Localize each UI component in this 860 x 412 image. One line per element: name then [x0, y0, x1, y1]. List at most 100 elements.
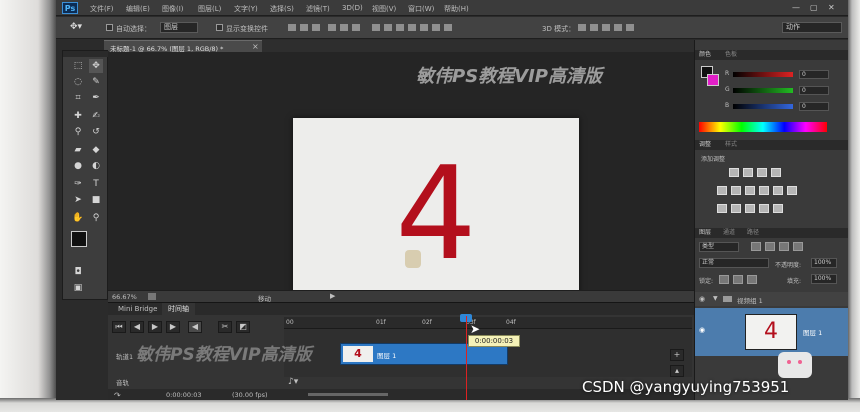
type-tool-icon[interactable]: T: [89, 177, 103, 191]
previous-frame-icon[interactable]: ◀: [130, 321, 144, 333]
lock-pixels-icon[interactable]: [719, 275, 729, 284]
blue-channel-value[interactable]: 0: [799, 102, 829, 111]
channel-mixer-icon[interactable]: [787, 186, 797, 195]
quick-select-icon[interactable]: ✎: [89, 75, 103, 89]
pen-tool-icon[interactable]: ✑: [71, 177, 85, 191]
visibility-eye-icon[interactable]: ◉: [699, 295, 705, 303]
align-top-icon[interactable]: [288, 24, 296, 31]
status-info-icon[interactable]: [148, 293, 156, 300]
menu-filter[interactable]: 滤镜(T): [306, 4, 330, 14]
align-bottom-icon[interactable]: [312, 24, 320, 31]
paint-bucket-icon[interactable]: ◆: [89, 143, 103, 157]
distribute-icon[interactable]: [432, 24, 440, 31]
distribute-icon[interactable]: [420, 24, 428, 31]
visibility-eye-icon[interactable]: ◉: [699, 326, 705, 334]
curves-icon[interactable]: [757, 168, 767, 177]
menu-edit[interactable]: 编辑(E): [126, 4, 150, 14]
posterize-icon[interactable]: [731, 204, 741, 213]
tab-layers[interactable]: 图层: [699, 228, 711, 238]
tab-swatches[interactable]: 色板: [725, 50, 737, 60]
zoom-out-timeline-icon[interactable]: ▴: [670, 365, 684, 377]
lasso-tool-icon[interactable]: ◌: [71, 75, 85, 89]
path-select-icon[interactable]: ➤: [71, 193, 85, 207]
hue-saturation-icon[interactable]: [731, 186, 741, 195]
brightness-icon[interactable]: [729, 168, 739, 177]
3d-scale-icon[interactable]: [626, 24, 634, 31]
audio-icon[interactable]: ♪▾: [288, 377, 298, 387]
hand-tool-icon[interactable]: ✋: [71, 211, 85, 225]
align-middle-icon[interactable]: [300, 24, 308, 31]
move-tool-icon[interactable]: ✥▾: [70, 22, 82, 32]
distribute-icon[interactable]: [384, 24, 392, 31]
timeline-zoom-slider[interactable]: [308, 393, 388, 396]
play-icon[interactable]: ▶: [148, 321, 162, 333]
filter-shape-icon[interactable]: [793, 242, 803, 251]
distribute-icon[interactable]: [372, 24, 380, 31]
layer-filter-dropdown[interactable]: 类型: [699, 242, 739, 252]
menu-3d[interactable]: 3D(D): [342, 4, 363, 12]
distribute-icon[interactable]: [408, 24, 416, 31]
crop-tool-icon[interactable]: ⌗: [71, 91, 85, 105]
move-tool-icon[interactable]: ✥: [89, 59, 103, 73]
minimize-icon[interactable]: —: [792, 3, 800, 12]
layer-row[interactable]: ◉ 4 图层 1: [695, 308, 848, 356]
zoom-tool-icon[interactable]: ⚲: [89, 211, 103, 225]
workspace-dropdown[interactable]: 动作: [782, 22, 842, 33]
zoom-in-timeline-icon[interactable]: +: [670, 349, 684, 361]
color-panel-background[interactable]: [707, 74, 719, 86]
align-center-icon[interactable]: [340, 24, 348, 31]
align-right-icon[interactable]: [352, 24, 360, 31]
selective-color-icon[interactable]: [773, 204, 783, 213]
convert-frame-icon[interactable]: ↷: [114, 391, 121, 400]
green-channel-value[interactable]: 0: [799, 86, 829, 95]
color-balance-icon[interactable]: [745, 186, 755, 195]
threshold-icon[interactable]: [745, 204, 755, 213]
align-left-icon[interactable]: [328, 24, 336, 31]
filter-pixel-icon[interactable]: [751, 242, 761, 251]
dodge-tool-icon[interactable]: ◐: [89, 159, 103, 173]
healing-brush-icon[interactable]: ✚: [71, 109, 85, 123]
tab-styles[interactable]: 样式: [725, 140, 737, 150]
tab-timeline[interactable]: 时间轴: [162, 303, 195, 315]
color-spectrum-bar[interactable]: [699, 122, 827, 132]
red-channel-value[interactable]: 0: [799, 70, 829, 79]
distribute-icon[interactable]: [444, 24, 452, 31]
go-to-first-frame-icon[interactable]: ⏮: [112, 321, 126, 333]
blend-mode-dropdown[interactable]: 正常: [699, 258, 769, 268]
clone-stamp-icon[interactable]: ⚲: [71, 125, 85, 139]
eyedropper-icon[interactable]: ✒: [89, 91, 103, 105]
levels-icon[interactable]: [743, 168, 753, 177]
menu-help[interactable]: 帮助(H): [444, 4, 469, 14]
blur-tool-icon[interactable]: ●: [71, 159, 85, 173]
tab-adjustments[interactable]: 调整: [699, 140, 711, 150]
filter-adjust-icon[interactable]: [765, 242, 775, 251]
transition-icon[interactable]: ◩: [236, 321, 250, 333]
split-clip-icon[interactable]: ✂: [218, 321, 232, 333]
fill-field[interactable]: 100%: [811, 274, 837, 284]
black-white-icon[interactable]: [759, 186, 769, 195]
lock-position-icon[interactable]: [733, 275, 743, 284]
document-tab[interactable]: 未标题-1 @ 66.7% (图层 1, RGB/8) * ×: [104, 40, 262, 53]
auto-select-checkbox[interactable]: [106, 24, 113, 31]
group-expand-icon[interactable]: ▼: [713, 295, 718, 302]
screen-mode-icon[interactable]: ▣: [71, 281, 85, 295]
3d-slide-icon[interactable]: [614, 24, 622, 31]
timeline-ruler[interactable]: 00 01f 02f 03f 04f: [284, 317, 692, 329]
3d-roll-icon[interactable]: [590, 24, 598, 31]
menu-layer[interactable]: 图层(L): [198, 4, 221, 14]
3d-rotate-icon[interactable]: [578, 24, 586, 31]
distribute-icon[interactable]: [396, 24, 404, 31]
menu-file[interactable]: 文件(F): [90, 4, 114, 14]
menu-select[interactable]: 选择(S): [270, 4, 294, 14]
marquee-tool-icon[interactable]: ⬚: [71, 59, 85, 73]
vibrance-icon[interactable]: [717, 186, 727, 195]
history-brush-icon[interactable]: ↺: [89, 125, 103, 139]
eraser-tool-icon[interactable]: ▰: [71, 143, 85, 157]
quick-mask-icon[interactable]: ◘: [71, 265, 85, 279]
document-tab-close-icon[interactable]: ×: [252, 42, 259, 51]
photo-filter-icon[interactable]: [773, 186, 783, 195]
status-expand-icon[interactable]: ▶: [330, 292, 335, 300]
red-channel-slider[interactable]: [733, 72, 793, 77]
layer-group-row[interactable]: ◉ ▼ 视频组 1: [695, 292, 848, 306]
blue-channel-slider[interactable]: [733, 104, 793, 109]
